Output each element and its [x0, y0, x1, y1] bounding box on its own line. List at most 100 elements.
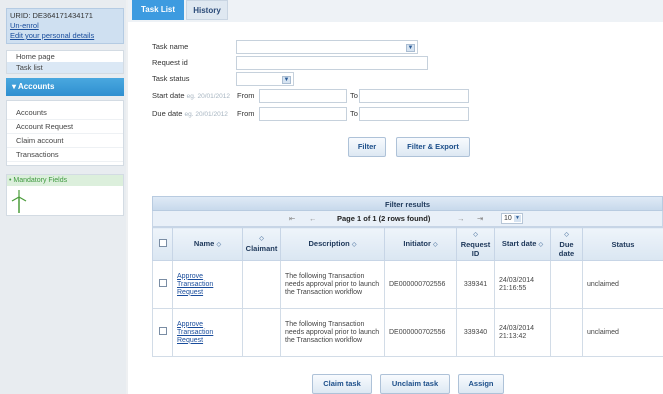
- wind-turbine-icon: [11, 190, 27, 213]
- col-request-id[interactable]: ◇ Request ID: [456, 227, 495, 261]
- chevron-down-icon: ▼: [514, 215, 521, 222]
- unenrol-link[interactable]: Un-enrol: [10, 21, 39, 30]
- col-initiator[interactable]: Initiator ◇: [384, 227, 457, 261]
- table-row: Approve Transaction Request The followin…: [152, 260, 663, 309]
- pager: ⇤ ← Page 1 of 1 (2 rows found) → ⇥ 10 ▼: [152, 211, 663, 227]
- select-all-header[interactable]: [152, 227, 173, 261]
- first-page-icon[interactable]: ⇤: [289, 214, 295, 223]
- next-page-icon[interactable]: →: [457, 214, 465, 223]
- urid-text: URID: DE364171434171: [10, 11, 93, 20]
- sort-icon: ◇: [351, 241, 357, 248]
- select-all-checkbox[interactable]: [158, 239, 167, 247]
- tab-task-list[interactable]: Task List: [132, 0, 184, 20]
- assign-button[interactable]: Assign: [458, 374, 504, 394]
- task-name-link[interactable]: Approve Transaction Request: [177, 273, 213, 296]
- status-cell: unclaimed: [582, 308, 663, 357]
- task-name-select[interactable]: ▼: [236, 40, 418, 54]
- request-id-cell: 339340: [456, 308, 495, 357]
- sort-icon: ◇: [216, 241, 222, 248]
- sidebar-item-transactions[interactable]: Transactions: [7, 148, 123, 162]
- due-date-row: Due date eg. 20/01/2012 From To: [152, 107, 472, 121]
- col-name[interactable]: Name ◇: [172, 227, 243, 261]
- tab-history[interactable]: History: [186, 0, 228, 20]
- mandatory-fields-box: • Mandatory Fields: [6, 174, 124, 216]
- mandatory-fields-label: • Mandatory Fields: [7, 175, 123, 186]
- filter-export-button[interactable]: Filter & Export: [396, 137, 470, 157]
- task-name-link[interactable]: Approve Transaction Request: [177, 321, 213, 344]
- edit-personal-details-link[interactable]: Edit your personal details: [10, 31, 94, 40]
- main-content: Task List History Task name ▼ Request id…: [128, 0, 663, 394]
- start-date-cell: 24/03/2014 21:13:42: [494, 308, 551, 357]
- task-status-label: Task status: [152, 74, 190, 83]
- sort-icon: ◇: [473, 231, 478, 238]
- results-panel: Filter results ⇤ ← Page 1 of 1 (2 rows f…: [152, 196, 663, 357]
- sort-icon: ◇: [259, 236, 264, 242]
- tab-bar: Task List History: [128, 0, 663, 22]
- due-date-cell: [550, 260, 583, 309]
- user-info-box: URID: DE364171434171 Un-enrol Edit your …: [6, 8, 124, 44]
- status-cell: unclaimed: [582, 260, 663, 309]
- start-date-label: Start date eg. 20/01/2012: [152, 91, 230, 100]
- due-date-cell: [550, 308, 583, 357]
- task-name-row: Task name ▼: [152, 40, 472, 54]
- pager-text: Page 1 of 1 (2 rows found): [337, 214, 431, 223]
- start-to-label: To: [350, 91, 358, 100]
- accounts-menu: Accounts Account Request Claim account T…: [6, 100, 124, 166]
- due-date-label: Due date eg. 20/01/2012: [152, 109, 228, 118]
- due-from-label: From: [237, 109, 255, 118]
- claimant-cell: [242, 308, 281, 357]
- sidebar-item-accounts[interactable]: Accounts: [7, 106, 123, 120]
- table-header-row: Name ◇ ◇ Claimant Description ◇ Initiator…: [152, 227, 663, 261]
- sort-icon: ◇: [538, 241, 544, 248]
- accounts-section-header[interactable]: ▾ Accounts: [6, 78, 124, 96]
- start-date-from-input[interactable]: [259, 89, 347, 103]
- col-status[interactable]: Status: [582, 227, 663, 261]
- page-size-value: 10: [504, 215, 512, 222]
- col-description[interactable]: Description ◇: [280, 227, 385, 261]
- start-from-label: From: [237, 91, 255, 100]
- task-status-select[interactable]: ▼: [236, 72, 294, 86]
- sidebar-item-account-request[interactable]: Account Request: [7, 120, 123, 134]
- prev-page-icon[interactable]: ←: [309, 214, 317, 223]
- results-table: Name ◇ ◇ Claimant Description ◇ Initiator…: [152, 227, 663, 357]
- accounts-header-label: Accounts: [17, 82, 55, 91]
- last-page-icon[interactable]: ⇥: [477, 214, 483, 223]
- task-status-row: Task status ▼: [152, 72, 472, 86]
- request-id-cell: 339341: [456, 260, 495, 309]
- page-size-select[interactable]: 10 ▼: [501, 213, 523, 224]
- main-nav: Home page Task list: [6, 50, 124, 74]
- start-date-cell: 24/03/2014 21:16:55: [494, 260, 551, 309]
- due-date-from-input[interactable]: [259, 107, 347, 121]
- nav-home-page[interactable]: Home page: [7, 51, 123, 62]
- sort-icon: ◇: [564, 231, 569, 238]
- row-checkbox[interactable]: [158, 279, 167, 287]
- claim-task-button[interactable]: Claim task: [312, 374, 372, 394]
- request-id-row: Request id: [152, 56, 472, 70]
- due-to-label: To: [350, 109, 358, 118]
- description-cell: The following Transaction needs approval…: [280, 308, 385, 357]
- request-id-input[interactable]: [236, 56, 428, 70]
- description-cell: The following Transaction needs approval…: [280, 260, 385, 309]
- results-title: Filter results: [152, 196, 663, 211]
- sidebar: URID: DE364171434171 Un-enrol Edit your …: [0, 0, 126, 394]
- start-date-row: Start date eg. 20/01/2012 From To: [152, 89, 472, 103]
- filter-button[interactable]: Filter: [348, 137, 386, 157]
- chevron-down-icon: ▼: [282, 76, 291, 84]
- table-row: Approve Transaction Request The followin…: [152, 308, 663, 357]
- col-claimant[interactable]: ◇ Claimant: [242, 227, 281, 261]
- initiator-cell: DE000000702556: [384, 308, 457, 357]
- chevron-down-icon: ▼: [406, 44, 415, 52]
- claimant-cell: [242, 260, 281, 309]
- col-start-date[interactable]: Start date ◇: [494, 227, 551, 261]
- sort-icon: ◇: [432, 241, 438, 248]
- unclaim-task-button[interactable]: Unclaim task: [380, 374, 450, 394]
- sidebar-item-claim-account[interactable]: Claim account: [7, 134, 123, 148]
- nav-task-list[interactable]: Task list: [7, 62, 123, 73]
- task-name-label: Task name: [152, 42, 189, 51]
- initiator-cell: DE000000702556: [384, 260, 457, 309]
- due-date-to-input[interactable]: [359, 107, 469, 121]
- request-id-label: Request id: [152, 58, 188, 67]
- col-due-date[interactable]: ◇ Due date: [550, 227, 583, 261]
- row-checkbox[interactable]: [158, 327, 167, 335]
- start-date-to-input[interactable]: [359, 89, 469, 103]
